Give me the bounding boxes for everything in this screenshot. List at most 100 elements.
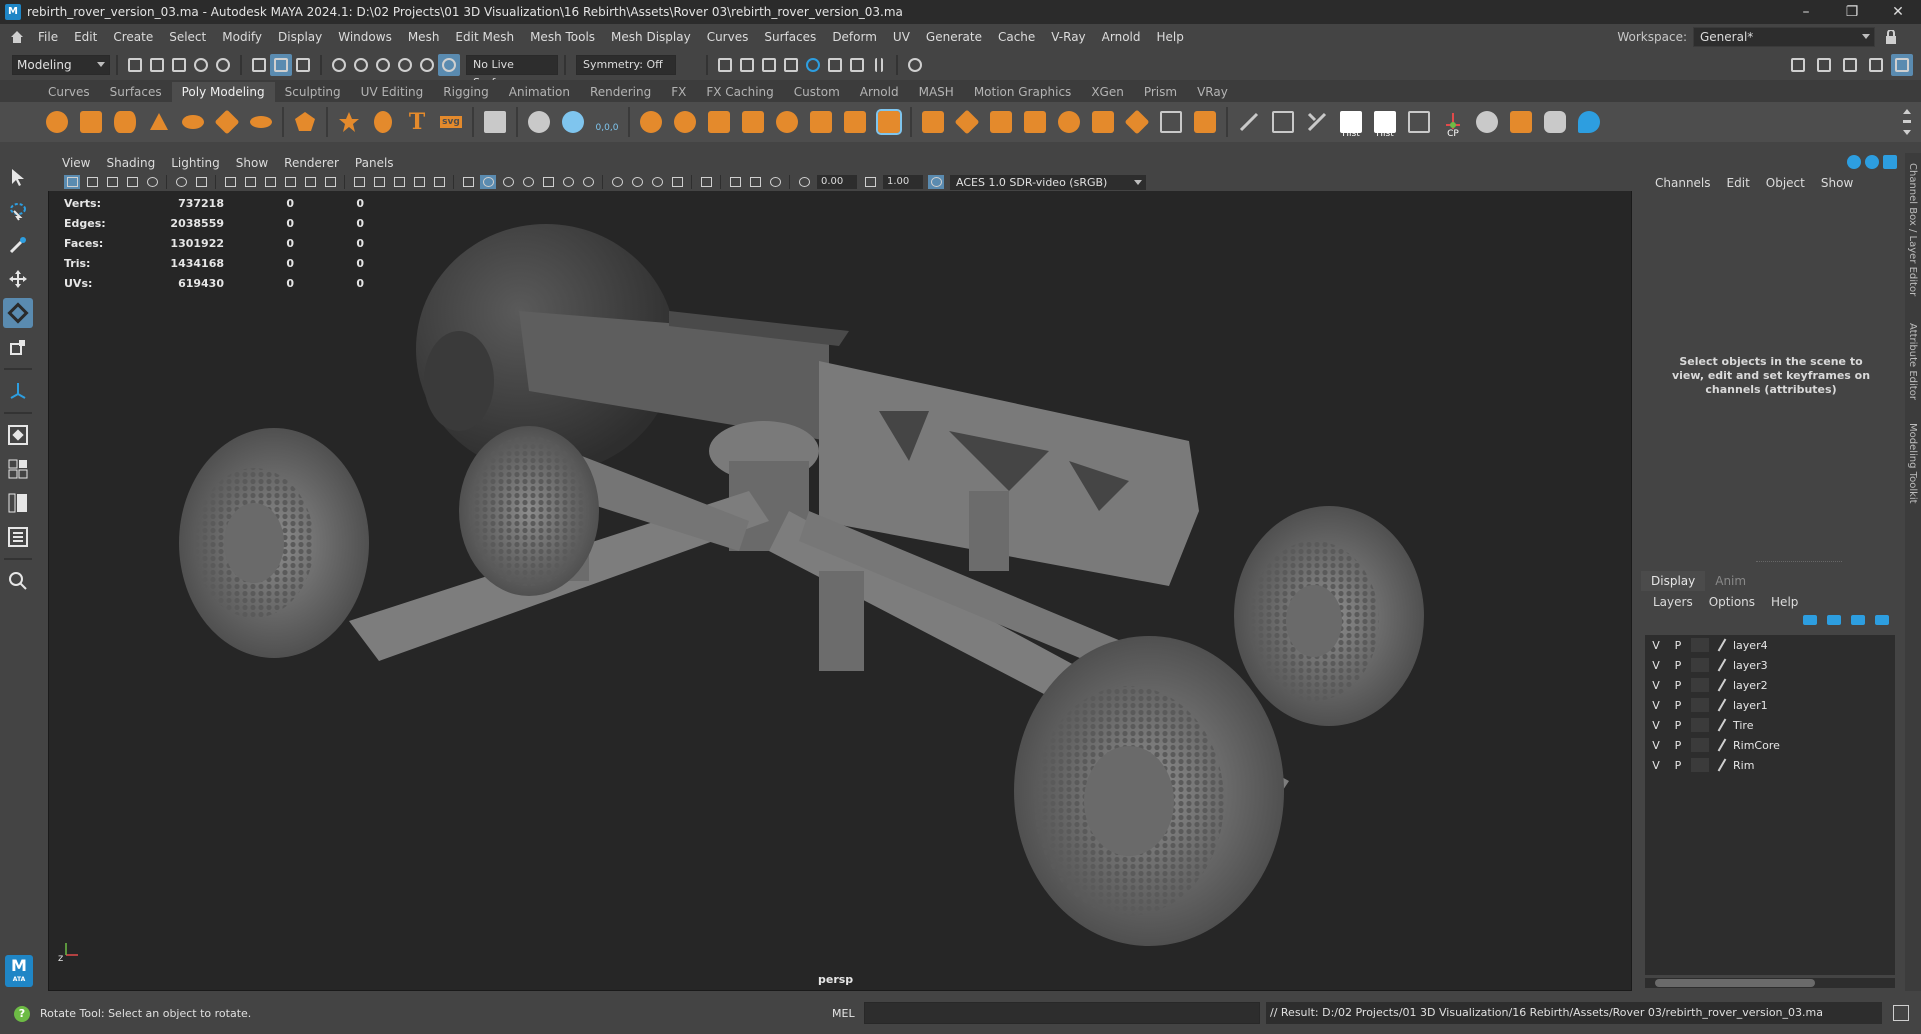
channel-menu-object[interactable]: Object — [1758, 173, 1813, 193]
vray-render-icon[interactable] — [824, 54, 846, 76]
render-settings-icon[interactable] — [780, 54, 802, 76]
pause-icon[interactable] — [868, 54, 890, 76]
script-language-toggle[interactable]: MEL — [832, 1007, 855, 1020]
use-all-lights-icon[interactable] — [560, 175, 576, 189]
film-gate-icon[interactable] — [242, 175, 258, 189]
restore-button[interactable]: ❐ — [1829, 0, 1875, 24]
layer-menu-options[interactable]: Options — [1701, 593, 1763, 611]
poly-torus-icon[interactable] — [178, 107, 208, 137]
layer-row[interactable]: V Player2 — [1645, 675, 1895, 695]
history-delete-icon[interactable]: Hist — [1370, 107, 1400, 139]
character-icon[interactable] — [1540, 107, 1570, 137]
sign-in-icon[interactable] — [904, 54, 926, 76]
two-d-pan-icon[interactable] — [144, 175, 160, 189]
move-layer-down-icon[interactable] — [1827, 615, 1841, 625]
menu-mesh-tools[interactable]: Mesh Tools — [522, 24, 603, 50]
close-button[interactable]: ✕ — [1875, 0, 1921, 24]
boolean-difference-icon[interactable] — [738, 107, 768, 137]
select-tool-icon[interactable] — [3, 162, 33, 192]
command-line-input[interactable] — [864, 1002, 1260, 1024]
layer-name[interactable]: Tire — [1733, 719, 1754, 732]
wireframe-icon[interactable] — [460, 175, 476, 189]
xray-icon[interactable] — [411, 175, 427, 189]
character-controls-icon[interactable] — [1813, 54, 1835, 76]
grid-icon[interactable] — [480, 107, 510, 137]
layer-row[interactable]: V P RimCore — [1645, 735, 1895, 755]
maya-badge-icon[interactable]: M ATA — [5, 955, 33, 987]
isolate-select-icon[interactable] — [698, 175, 714, 189]
boolean-intersection-icon[interactable] — [772, 107, 802, 137]
field-chart-icon[interactable] — [302, 175, 318, 189]
plugin-p-icon[interactable] — [1574, 107, 1604, 137]
menu-mesh-display[interactable]: Mesh Display — [603, 24, 699, 50]
bridge-icon[interactable] — [952, 107, 982, 137]
single-perspective-layout-icon[interactable] — [3, 420, 33, 450]
rotate-tool-icon[interactable] — [3, 298, 33, 328]
menu-modify[interactable]: Modify — [214, 24, 270, 50]
workspace-dropdown[interactable]: General* — [1693, 27, 1875, 47]
layer-name[interactable]: layer1 — [1733, 699, 1768, 712]
shelf-tab-motion-graphics[interactable]: Motion Graphics — [964, 82, 1082, 102]
scrollbar-thumb[interactable] — [1655, 979, 1815, 987]
shelf-tab-vray[interactable]: VRay — [1187, 82, 1238, 102]
shelf-tab-rigging[interactable]: Rigging — [433, 82, 498, 102]
shelf-tab-sculpting[interactable]: Sculpting — [275, 82, 351, 102]
redo-icon[interactable] — [212, 54, 234, 76]
default-material-icon[interactable] — [500, 175, 516, 189]
viewport-menu-shading[interactable]: Shading — [98, 156, 163, 170]
center-pivot-icon[interactable]: CP — [1438, 107, 1468, 139]
paint-select-tool-icon[interactable] — [3, 230, 33, 260]
layer-color-swatch[interactable] — [1691, 738, 1709, 752]
locator-icon[interactable] — [558, 107, 588, 137]
menu-file[interactable]: File — [30, 24, 66, 50]
shelf-tab-fx[interactable]: FX — [661, 82, 696, 102]
snap-surface-icon[interactable] — [416, 54, 438, 76]
svg-tool-icon[interactable]: svg — [436, 107, 466, 137]
bounding-box-icon[interactable] — [1156, 107, 1186, 137]
cleanup-icon[interactable] — [1190, 107, 1220, 137]
layer-visibility-toggle[interactable]: V — [1645, 759, 1667, 772]
append-polygon-icon[interactable] — [1054, 107, 1084, 137]
menu-create[interactable]: Create — [105, 24, 161, 50]
layer-visibility-toggle[interactable]: V — [1645, 679, 1667, 692]
layer-tab-anim[interactable]: Anim — [1705, 571, 1756, 591]
poly-sphere-icon[interactable] — [42, 107, 72, 137]
isolate-icon[interactable] — [391, 175, 407, 189]
poly-cube-icon[interactable] — [76, 107, 106, 137]
layer-color-swatch[interactable] — [1691, 638, 1709, 652]
side-tab-channel-box-layer-editor[interactable]: Channel Box / Layer Editor — [1907, 163, 1918, 296]
shadows-icon[interactable] — [580, 175, 596, 189]
lock-icon[interactable] — [1885, 30, 1897, 44]
search-icon[interactable] — [3, 566, 33, 596]
safe-action-icon[interactable] — [322, 175, 338, 189]
help-icon[interactable] — [1865, 155, 1879, 169]
menu-generate[interactable]: Generate — [918, 24, 990, 50]
image-plane-icon[interactable] — [124, 175, 140, 189]
shelf-tab-mash[interactable]: MASH — [909, 82, 964, 102]
menu-set-dropdown[interactable]: Modeling — [12, 55, 110, 75]
exposure-icon[interactable] — [767, 175, 783, 189]
menu-cache[interactable]: Cache — [990, 24, 1043, 50]
viewport-menu-panels[interactable]: Panels — [347, 156, 402, 170]
symmetry-dropdown[interactable]: Symmetry: Off — [576, 55, 676, 75]
gamma-icon[interactable] — [862, 175, 878, 189]
menu-surfaces[interactable]: Surfaces — [756, 24, 824, 50]
frame-selected-icon[interactable] — [747, 175, 763, 189]
shelf-tab-curves[interactable]: Curves — [38, 82, 100, 102]
resolution-gate-icon[interactable] — [262, 175, 278, 189]
layer-visibility-toggle[interactable]: V — [1645, 699, 1667, 712]
combine-icon[interactable] — [636, 107, 666, 137]
shelf-tab-arnold[interactable]: Arnold — [850, 82, 909, 102]
layer-list-scrollbar[interactable] — [1645, 978, 1895, 988]
layer-row[interactable]: V Player3 — [1645, 655, 1895, 675]
channel-box-icon[interactable] — [1891, 54, 1913, 76]
layer-color-swatch[interactable] — [1691, 758, 1709, 772]
smooth-icon[interactable] — [806, 107, 836, 137]
move-tool-icon[interactable] — [3, 264, 33, 294]
menu-display[interactable]: Display — [270, 24, 330, 50]
shelf-tab-fx-caching[interactable]: FX Caching — [696, 82, 783, 102]
four-view-layout-icon[interactable] — [3, 454, 33, 484]
layer-playback-toggle[interactable]: P — [1667, 739, 1689, 752]
render-frame-icon[interactable] — [736, 54, 758, 76]
measure-icon[interactable] — [524, 107, 554, 137]
